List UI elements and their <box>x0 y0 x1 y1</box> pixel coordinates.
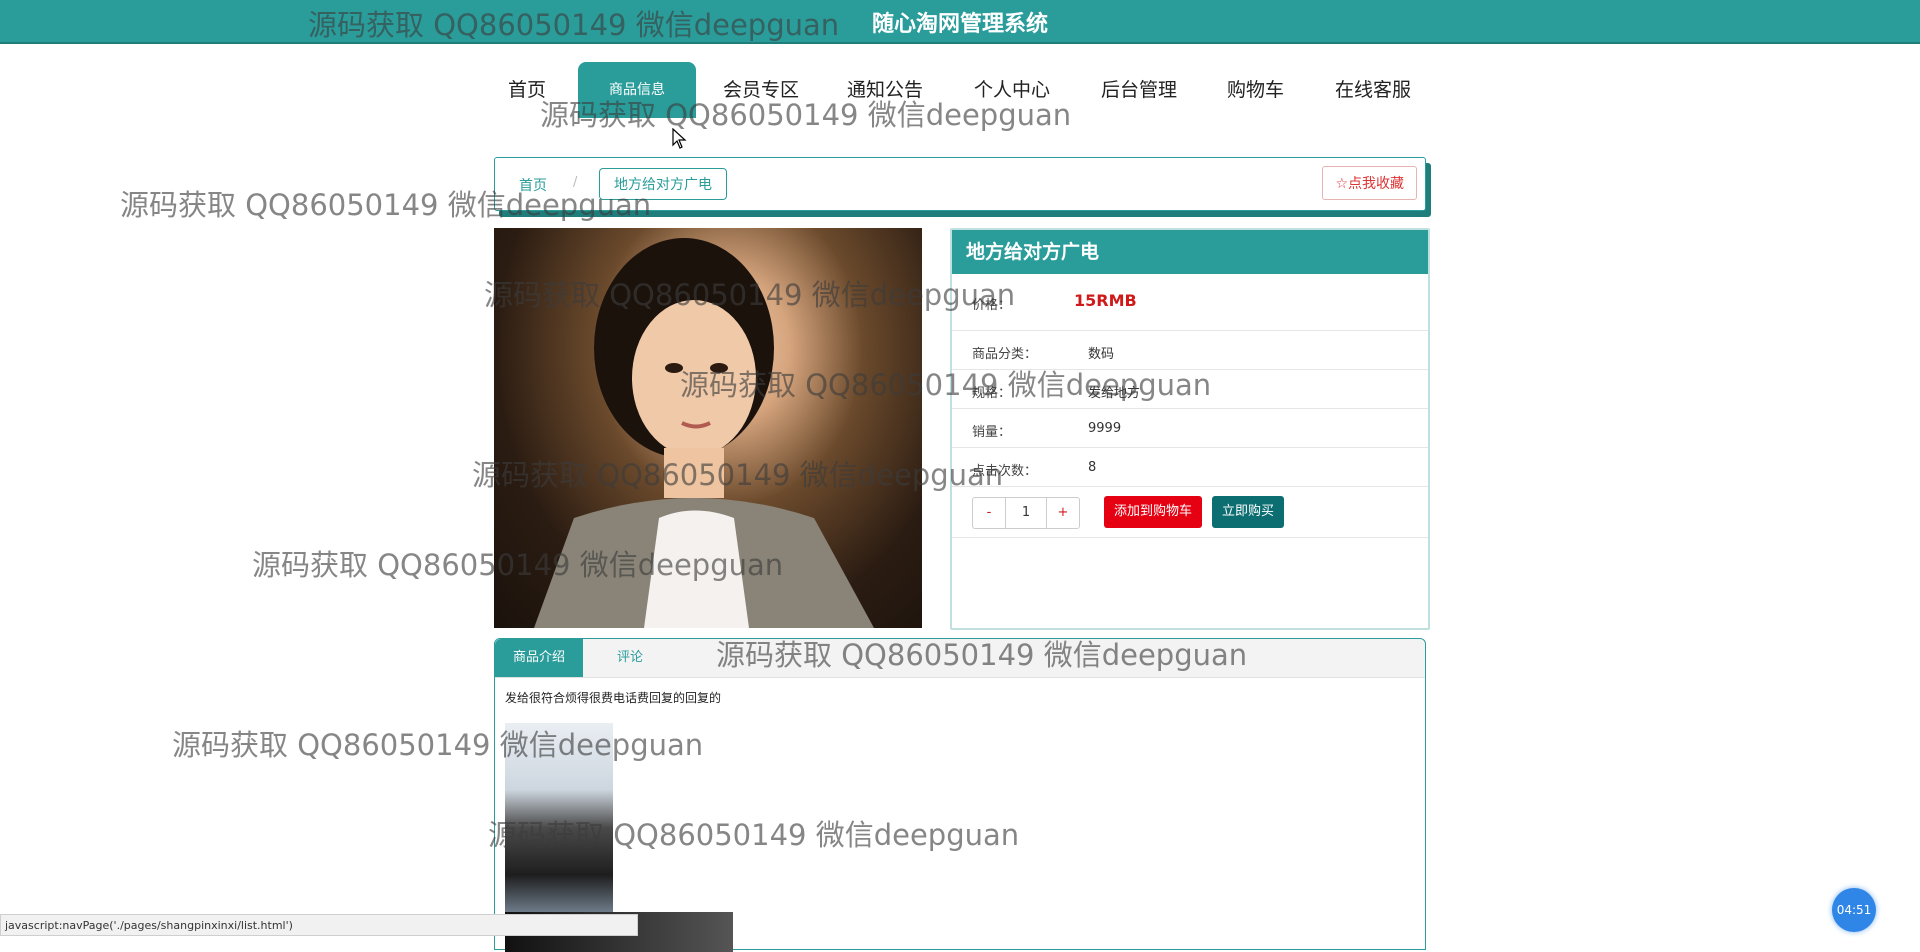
price-value: 15RMB <box>1074 291 1137 310</box>
field-row: 规格： 发给地方 <box>952 370 1428 409</box>
tab-comments[interactable]: 评论 <box>605 639 655 677</box>
nav-item-home[interactable]: 首页 <box>508 62 546 118</box>
field-value: 发给地方 <box>1088 386 1141 401</box>
nav-item-admin[interactable]: 后台管理 <box>1101 62 1177 118</box>
product-photo-illustration <box>534 238 874 628</box>
field-row: 销量： 9999 <box>952 409 1428 448</box>
quantity-increase-button[interactable]: + <box>1047 498 1079 528</box>
product-name: 地方给对方广电 <box>952 230 1428 274</box>
browser-status-bar: javascript:navPage('./pages/shangpinxinx… <box>0 914 638 936</box>
tabs-bar: 商品介绍 评论 <box>495 639 1425 678</box>
price-label: 价格： <box>972 298 1012 313</box>
quantity-stepper: - 1 + <box>972 497 1080 529</box>
quantity-decrease-button[interactable]: - <box>973 498 1005 528</box>
detail-tabs-panel: 商品介绍 评论 发给很符合烦得很费电话费回复的回复的 <box>494 638 1426 952</box>
field-value: 9999 <box>1088 421 1122 436</box>
main-nav: 首页 商品信息 会员专区 通知公告 个人中心 后台管理 购物车 在线客服 <box>493 62 1423 118</box>
nav-item-products[interactable]: 商品信息 <box>578 62 696 118</box>
nav-item-members[interactable]: 会员专区 <box>723 62 799 118</box>
field-row: 商品分类： 数码 <box>952 331 1428 370</box>
add-to-cart-button[interactable]: 添加到购物车 <box>1104 496 1202 528</box>
favorite-button[interactable]: ☆点我收藏 <box>1322 166 1417 200</box>
nav-item-support[interactable]: 在线客服 <box>1335 62 1411 118</box>
field-label: 销量： <box>972 425 1012 440</box>
product-image <box>494 228 922 628</box>
field-label: 规格： <box>972 386 1012 401</box>
product-info-panel: 地方给对方广电 价格： 15RMB 商品分类： 数码 规格： 发给地方 销量： … <box>950 228 1430 630</box>
breadcrumb-bar: 首页 / 地方给对方广电 ☆点我收藏 <box>494 157 1426 211</box>
buy-now-button[interactable]: 立即购买 <box>1212 496 1284 528</box>
breadcrumb-home-link[interactable]: 首页 <box>519 175 547 195</box>
description-image <box>505 723 613 913</box>
price-row: 价格： 15RMB <box>952 274 1428 331</box>
purchase-row: - 1 + 添加到购物车 立即购买 <box>952 487 1428 538</box>
nav-item-notices[interactable]: 通知公告 <box>847 62 923 118</box>
mouse-cursor-icon <box>672 128 687 149</box>
breadcrumb-separator: / <box>573 175 578 190</box>
field-value: 数码 <box>1088 347 1115 362</box>
system-title: 随心淘网管理系统 <box>871 12 1048 37</box>
product-description: 发给很符合烦得很费电话费回复的回复的 <box>505 691 722 705</box>
nav-item-profile[interactable]: 个人中心 <box>974 62 1050 118</box>
field-value: 8 <box>1088 460 1097 475</box>
timer-badge[interactable]: 04:51 <box>1832 888 1876 932</box>
breadcrumb-current: 地方给对方广电 <box>599 168 727 200</box>
field-label: 商品分类： <box>972 347 1038 362</box>
field-label: 点击次数： <box>972 464 1038 479</box>
field-row: 点击次数： 8 <box>952 448 1428 487</box>
top-header-bar: 随心淘网管理系统 <box>0 0 1920 44</box>
quantity-input[interactable]: 1 <box>1005 498 1047 528</box>
nav-item-cart[interactable]: 购物车 <box>1227 62 1284 118</box>
tab-product-intro[interactable]: 商品介绍 <box>495 639 583 677</box>
